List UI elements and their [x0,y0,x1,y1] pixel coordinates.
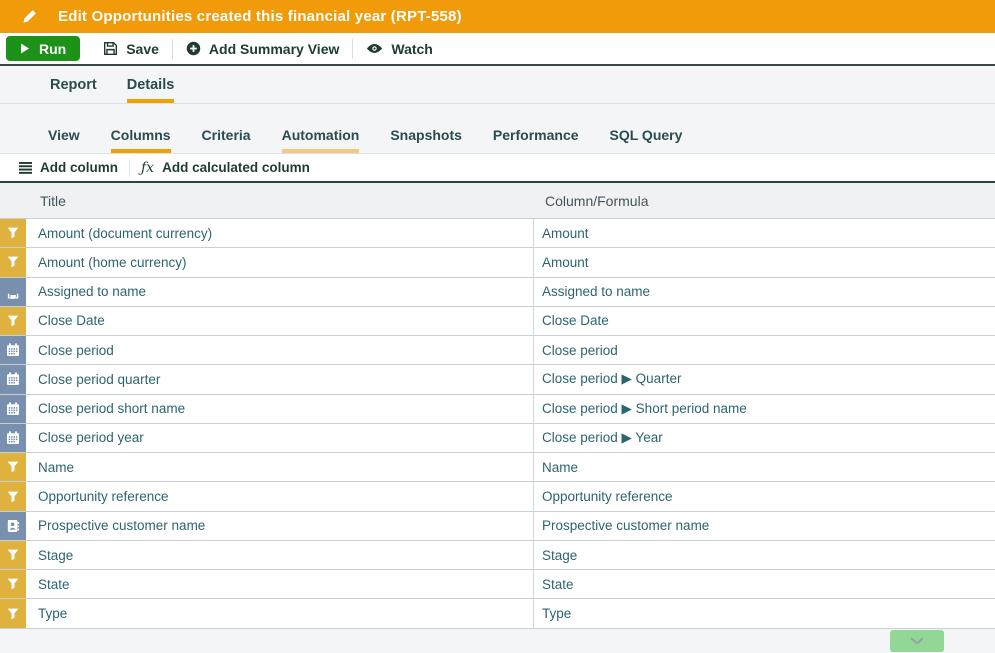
column-actions-bar: Add column ƒx Add calculated column [0,154,995,183]
row-title: Close period quarter [28,365,534,393]
row-formula: Assigned to name [534,278,995,306]
watch-button[interactable]: Watch [353,36,445,61]
watch-label: Watch [391,41,432,57]
titlebar: Edit Opportunities created this financia… [0,0,995,33]
tab-details[interactable]: Details [127,77,175,103]
row-formula: Type [534,599,995,627]
row-title: Amount (home currency) [28,248,534,276]
row-title: Stage [28,541,534,569]
main-toolbar: Run Save Add Summary View [0,33,995,66]
save-icon [103,41,118,56]
footer-bar [0,629,995,648]
subtab-automation[interactable]: Automation [282,127,360,153]
table-row[interactable]: Amount (document currency)Amount [0,219,995,248]
subtab-snapshots[interactable]: Snapshots [390,127,462,153]
funnel-icon[interactable] [0,570,28,598]
table-row[interactable]: Opportunity referenceOpportunity referen… [0,482,995,511]
table-header: Title Column/Formula [0,183,995,219]
add-column-button[interactable]: Add column [8,156,129,180]
row-title: Name [28,453,534,481]
calendar-icon[interactable] [0,336,28,364]
table-row[interactable]: Prospective customer nameProspective cus… [0,512,995,541]
stack-icon[interactable] [0,278,28,306]
row-formula: Close period ▶ Year [534,424,995,452]
table-row[interactable]: Close period quarterClose period ▶ Quart… [0,365,995,394]
row-title: Opportunity reference [28,482,534,510]
row-formula: Opportunity reference [534,482,995,510]
fx-icon: ƒx [141,160,154,176]
subtab-sql-query[interactable]: SQL Query [610,127,683,153]
funnel-icon[interactable] [0,541,28,569]
row-formula: Prospective customer name [534,512,995,540]
add-summary-view-button[interactable]: Add Summary View [173,36,352,61]
table-row[interactable]: Amount (home currency)Amount [0,248,995,277]
funnel-icon[interactable] [0,599,28,627]
subtab-view[interactable]: View [48,127,80,153]
scroll-down-button[interactable] [890,630,944,652]
add-summary-view-label: Add Summary View [209,41,339,57]
funnel-icon[interactable] [0,307,28,335]
table-row[interactable]: Assigned to nameAssigned to name [0,278,995,307]
table-row[interactable]: Close DateClose Date [0,307,995,336]
add-column-label: Add column [40,160,118,175]
tab-report[interactable]: Report [50,77,97,103]
subtab-criteria[interactable]: Criteria [202,127,251,153]
row-title: Type [28,599,534,627]
subtab-columns[interactable]: Columns [111,127,171,153]
row-title: Assigned to name [28,278,534,306]
row-formula: State [534,570,995,598]
row-formula: Close period ▶ Quarter [534,365,995,393]
save-button[interactable]: Save [90,36,172,61]
page-title: Edit Opportunities created this financia… [58,8,462,25]
header-column-formula: Column/Formula [536,193,995,209]
row-formula: Close period ▶ Short period name [534,395,995,423]
address-book-icon[interactable] [0,512,28,540]
list-icon [19,162,32,174]
row-formula: Close period [534,336,995,364]
row-title: State [28,570,534,598]
table-body: Amount (document currency)AmountAmount (… [0,219,995,629]
row-title: Close period [28,336,534,364]
run-button[interactable]: Run [6,36,80,61]
row-title: Close Date [28,307,534,335]
plus-circle-icon [186,41,201,56]
table-row[interactable]: TypeType [0,599,995,628]
row-formula: Stage [534,541,995,569]
pencil-icon [22,9,37,24]
subtabs-bar: View Columns Criteria Automation Snapshots Pe… [0,104,995,154]
save-label: Save [126,41,159,57]
funnel-icon[interactable] [0,219,28,247]
subtab-performance[interactable]: Performance [493,127,579,153]
row-title: Close period short name [28,395,534,423]
table-row[interactable]: StageStage [0,541,995,570]
eye-icon [366,43,383,54]
row-formula: Name [534,453,995,481]
table-row[interactable]: Close period short nameClose period ▶ Sh… [0,395,995,424]
run-label: Run [39,41,66,57]
play-icon [20,43,30,54]
calendar-icon[interactable] [0,395,28,423]
table-row[interactable]: Close period yearClose period ▶ Year [0,424,995,453]
row-title: Close period year [28,424,534,452]
row-formula: Close Date [534,307,995,335]
table-row[interactable]: Close periodClose period [0,336,995,365]
calendar-icon[interactable] [0,424,28,452]
row-formula: Amount [534,219,995,247]
add-calculated-column-button[interactable]: ƒx Add calculated column [130,156,321,180]
row-title: Prospective customer name [28,512,534,540]
row-title: Amount (document currency) [28,219,534,247]
row-formula: Amount [534,248,995,276]
funnel-icon[interactable] [0,453,28,481]
calendar-icon[interactable] [0,365,28,393]
header-title: Title [30,193,536,209]
tabs-bar: Report Details [0,66,995,104]
chevron-down-icon [909,637,925,645]
table-row[interactable]: NameName [0,453,995,482]
funnel-icon[interactable] [0,248,28,276]
add-calculated-column-label: Add calculated column [162,160,310,175]
funnel-icon[interactable] [0,482,28,510]
table-row[interactable]: StateState [0,570,995,599]
